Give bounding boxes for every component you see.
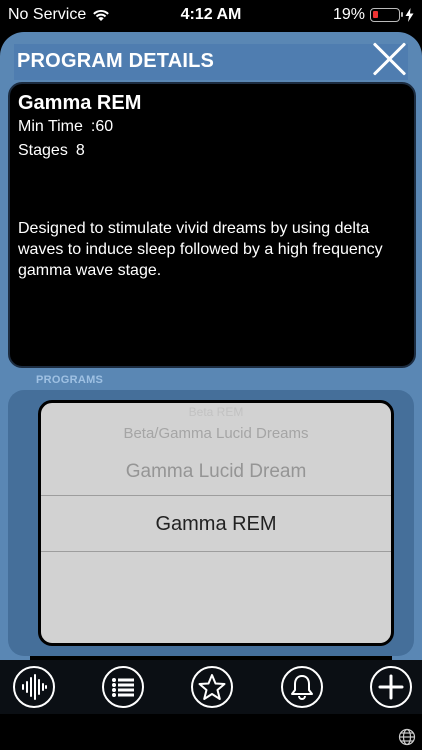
tab-waveform[interactable]: [13, 666, 55, 708]
stages-label: Stages: [18, 142, 68, 159]
programs-label: PROGRAMS: [36, 374, 104, 386]
plus-icon: [378, 674, 404, 700]
status-right: 19%: [333, 6, 414, 24]
battery-fill: [373, 11, 378, 18]
charging-bolt-icon: [405, 8, 414, 22]
tab-add[interactable]: [370, 666, 412, 708]
battery-percent: 19%: [332, 6, 365, 23]
picker-option[interactable]: Beta REM: [41, 405, 391, 419]
picker-option[interactable]: Gamma Lucid Dream: [41, 461, 391, 483]
tab-list[interactable]: [102, 666, 144, 708]
bell-icon: [291, 675, 313, 700]
globe-icon[interactable]: [398, 728, 416, 746]
programs-header-bar: [140, 376, 414, 386]
picker-option-selected[interactable]: Gamma REM: [41, 513, 391, 536]
tab-favorites[interactable]: [191, 666, 233, 708]
program-description: Designed to stimulate vivid dreams by us…: [18, 220, 383, 279]
program-details-panel: Gamma REM Min Time :60 Stages 8 Designed t…: [8, 82, 416, 368]
selection-line-bottom: [41, 551, 391, 552]
programs-header: PROGRAMS: [22, 372, 414, 388]
star-icon: [198, 674, 226, 700]
battery-icon: [370, 8, 403, 22]
stages-row: Stages 8: [18, 142, 85, 160]
list-icon: [112, 678, 134, 697]
waveform-icon: [22, 674, 47, 700]
program-picker[interactable]: Beta REM Beta/Gamma Lucid Dreams Gamma L…: [38, 400, 394, 646]
status-bar: No Service 4:12 AM 19%: [0, 0, 422, 32]
tab-alarms[interactable]: [281, 666, 323, 708]
picker-option[interactable]: Beta/Gamma Lucid Dreams: [41, 425, 391, 442]
close-button[interactable]: [372, 40, 408, 76]
tab-bar: [0, 660, 422, 714]
stages-value: 8: [75, 142, 85, 159]
min-time-label: Min Time: [18, 118, 83, 135]
min-time-row: Min Time :60: [18, 118, 113, 136]
min-time-value: :60: [90, 118, 114, 135]
page-title: PROGRAM DETAILS: [17, 50, 215, 72]
selection-line-top: [41, 495, 391, 496]
program-name: Gamma REM: [18, 92, 142, 114]
